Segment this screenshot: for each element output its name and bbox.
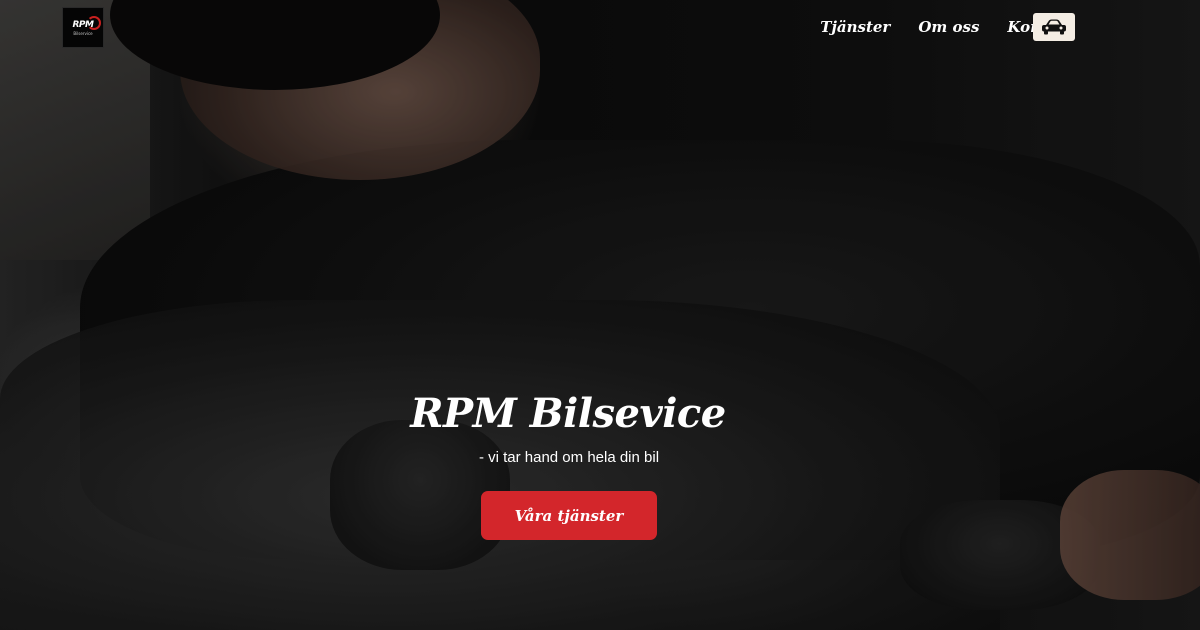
hero-title: RPM Bilsevice — [410, 390, 726, 437]
nav-link-tjanster[interactable]: Tjänster — [820, 17, 890, 37]
car-button[interactable] — [1033, 13, 1075, 41]
rpm-gauge-icon — [87, 16, 101, 30]
logo-subtext: Bilservice — [73, 30, 93, 36]
nav-link-om-oss[interactable]: Om oss — [918, 17, 979, 37]
hero-section: RPM Bilservice Tjänster Om oss Kontakt R… — [0, 0, 1200, 630]
car-icon — [1042, 19, 1066, 35]
services-cta-button[interactable]: Våra tjänster — [481, 491, 657, 540]
hero-subtitle: - vi tar hand om hela din bil — [478, 449, 660, 466]
logo[interactable]: RPM Bilservice — [62, 7, 104, 48]
